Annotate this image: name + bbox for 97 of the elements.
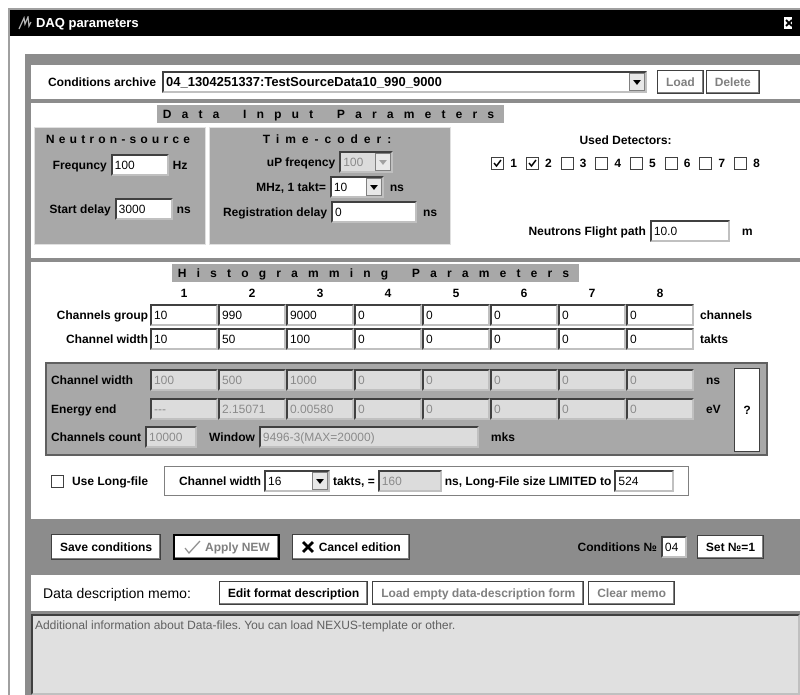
input-field[interactable]: 0: [422, 328, 490, 350]
input-field[interactable]: 524: [614, 470, 674, 492]
input-field[interactable]: 9000: [286, 304, 354, 326]
checkbox-label: 3: [580, 155, 586, 172]
help-button[interactable]: ?: [734, 368, 760, 452]
label: Channel width: [66, 331, 148, 348]
archive-label: Conditions archive: [48, 74, 156, 91]
check-icon: [183, 540, 202, 554]
column-header: 5: [452, 285, 460, 302]
checkbox-label: 5: [649, 155, 656, 172]
input-field[interactable]: 0: [354, 304, 422, 326]
checkbox-label: 2: [544, 155, 552, 172]
checkbox[interactable]: [526, 156, 539, 170]
window-title: DAQ parameters: [36, 14, 140, 32]
memo-text-area[interactable]: Additional information about Data-files. You can load NEXUS-template or other.: [31, 614, 800, 695]
set-button[interactable]: Set №=1: [696, 535, 764, 559]
dropdown[interactable]: 16: [264, 470, 330, 492]
input-field[interactable]: 0: [558, 328, 626, 350]
label: channels: [700, 307, 752, 324]
section-title: Histogramming Parameters: [172, 264, 580, 282]
action-button[interactable]: Cancel edition: [292, 534, 410, 560]
label: eV: [706, 401, 721, 418]
label: ns: [176, 201, 191, 218]
checkbox[interactable]: [595, 156, 608, 170]
archive-button[interactable]: Delete: [706, 70, 760, 94]
label: Hz: [172, 157, 188, 174]
cross-icon: [300, 540, 315, 554]
memo-button[interactable]: Edit format description: [218, 581, 368, 605]
input-field[interactable]: 100: [110, 154, 169, 176]
input-field[interactable]: 0: [331, 201, 417, 223]
label: ns: [423, 204, 438, 221]
checkbox-label: 1: [510, 155, 517, 172]
column-header: 2: [248, 285, 256, 302]
input-field[interactable]: 50: [218, 328, 286, 350]
column-header: 6: [520, 285, 528, 302]
checkbox[interactable]: [560, 156, 574, 170]
checkbox[interactable]: [734, 156, 748, 170]
label: ns: [390, 179, 404, 196]
label: MHz, 1 takt=: [256, 179, 326, 196]
checkbox-label: 4: [614, 155, 621, 172]
column-header: 1: [180, 285, 188, 302]
input-field[interactable]: 0: [626, 328, 694, 350]
memo-label: Data description memo:: [43, 584, 191, 603]
column-header: 4: [384, 285, 392, 302]
input-field[interactable]: 10: [150, 304, 218, 326]
label: takts: [700, 331, 728, 348]
conditions-label: Conditions №: [578, 539, 657, 556]
input-field[interactable]: 10.0: [650, 220, 730, 242]
label: m: [742, 223, 752, 240]
checkbox[interactable]: [664, 156, 678, 170]
label: Energy end: [51, 402, 116, 416]
archive-dropdown[interactable]: 04_1304251337:TestSourceData10_990_9000: [162, 71, 648, 93]
input-field[interactable]: 0: [354, 328, 422, 350]
input-field[interactable]: 0: [490, 328, 558, 350]
label: Neutrons Flight path: [528, 223, 646, 240]
checkbox[interactable]: [491, 156, 504, 170]
label: Start delay: [49, 201, 111, 218]
input-field[interactable]: 3000: [114, 198, 173, 220]
input-field[interactable]: 04: [660, 536, 687, 558]
section-title: Data Input Parameters: [156, 105, 504, 123]
app-icon: [18, 16, 32, 30]
column-header: 8: [656, 285, 664, 302]
input-field[interactable]: 990: [218, 304, 286, 326]
label: Channel width: [51, 373, 133, 387]
panel-title: Time-coder:: [262, 131, 398, 148]
checkbox[interactable]: [630, 156, 643, 170]
input-field[interactable]: 0: [490, 304, 558, 326]
label: takts, =: [333, 473, 375, 490]
label: Frequncy: [52, 157, 107, 174]
input-field[interactable]: 0: [626, 304, 694, 326]
archive-button[interactable]: Load: [657, 70, 704, 94]
action-button[interactable]: Save conditions: [51, 534, 162, 560]
label: ns, Long-File size LIMITED to: [444, 473, 612, 490]
label: mks: [490, 429, 515, 446]
label: Window: [209, 429, 255, 446]
label: uP freqency: [266, 154, 336, 171]
input-field[interactable]: 10: [150, 328, 218, 350]
column-header: 3: [316, 285, 324, 302]
label: Channels group: [56, 307, 148, 324]
dropdown[interactable]: 10: [330, 176, 384, 198]
panel-title: Neutron-source: [46, 131, 194, 148]
detectors-title: Used Detectors:: [579, 132, 672, 149]
input-field[interactable]: 0: [558, 304, 626, 326]
checkbox[interactable]: [51, 474, 64, 488]
input-field[interactable]: 100: [286, 328, 354, 350]
label: ns: [706, 372, 720, 389]
label: Use Long-file: [72, 473, 148, 490]
input-field[interactable]: 0: [422, 304, 490, 326]
label: Registration delay: [222, 204, 327, 221]
label: Channels count: [51, 429, 142, 446]
checkbox-label: 6: [684, 155, 690, 172]
checkbox[interactable]: [699, 156, 712, 170]
label: Channel width: [179, 473, 262, 490]
checkbox-label: 8: [753, 155, 760, 172]
close-icon[interactable]: [784, 17, 792, 29]
checkbox-label: 7: [718, 155, 726, 172]
column-header: 7: [588, 285, 596, 302]
